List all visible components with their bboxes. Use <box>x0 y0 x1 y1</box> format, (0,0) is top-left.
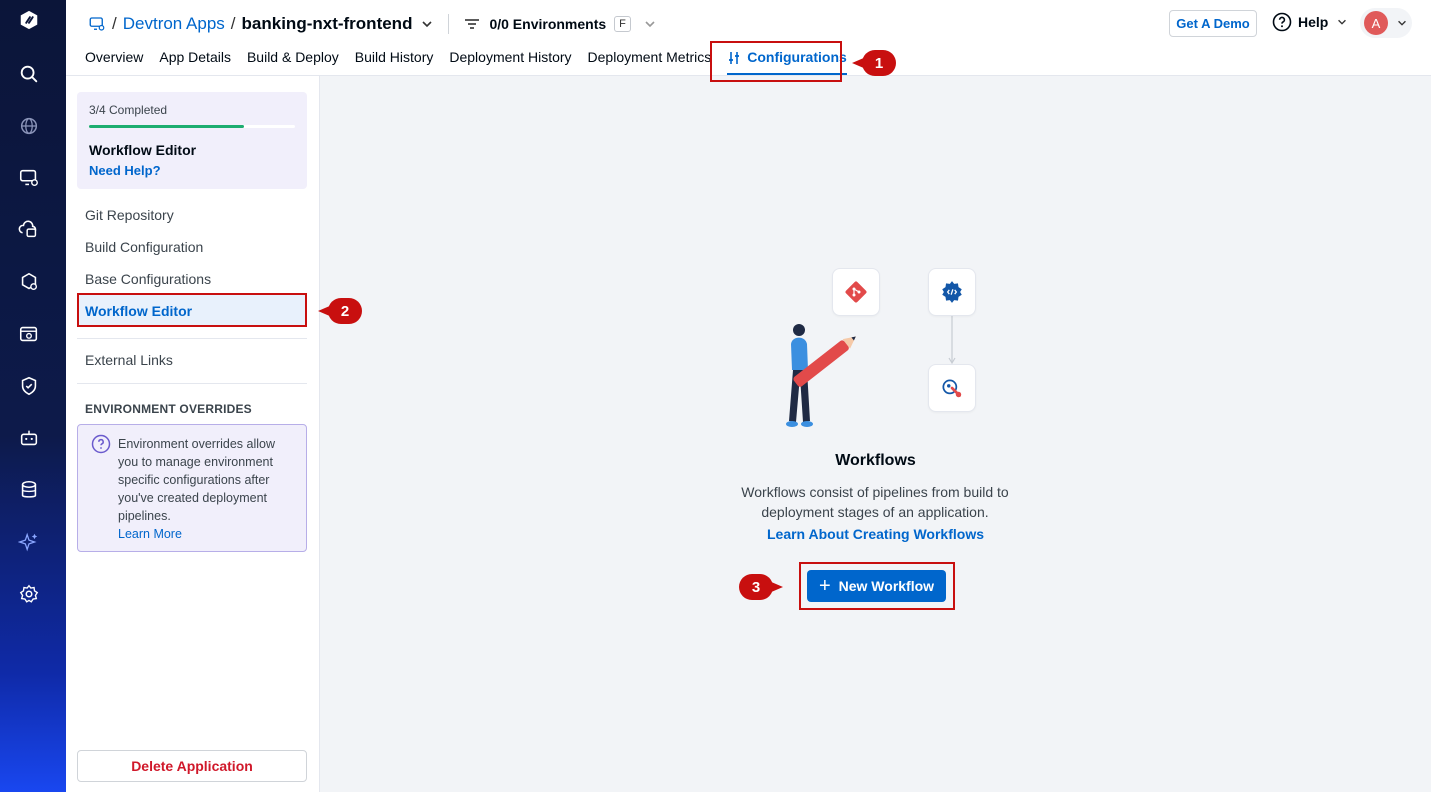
database-icon[interactable] <box>17 478 41 502</box>
charts-icon[interactable] <box>17 270 41 294</box>
annotation-badge-1: 1 <box>852 50 896 76</box>
help-menu[interactable]: Help <box>1272 12 1354 32</box>
security-icon[interactable] <box>17 374 41 398</box>
tab-overview[interactable]: Overview <box>85 49 143 73</box>
globe-icon[interactable] <box>17 114 41 138</box>
breadcrumb: / Devtron Apps / banking-nxt-frontend 0/… <box>88 12 657 36</box>
environment-filter-label: 0/0 Environments <box>489 16 607 32</box>
question-circle-icon <box>91 434 111 454</box>
annotation-badge-2: 2 <box>318 298 362 324</box>
annotation-pointer <box>769 581 783 593</box>
apps-icon[interactable] <box>17 166 41 190</box>
jobs-icon[interactable] <box>17 218 41 242</box>
divider <box>77 338 307 339</box>
tab-build-deploy[interactable]: Build & Deploy <box>247 49 339 73</box>
get-demo-button[interactable]: Get A Demo <box>1169 10 1257 37</box>
deploy-node <box>928 364 976 412</box>
search-icon[interactable] <box>17 62 41 86</box>
annotation-highlight-configurations <box>710 41 842 82</box>
chevron-down-icon[interactable] <box>420 17 434 31</box>
sidebar-item-git-repository[interactable]: Git Repository <box>85 207 174 223</box>
annotation-number: 3 <box>739 574 773 600</box>
apps-icon <box>89 17 105 31</box>
divider <box>77 383 307 384</box>
environment-overrides-text: Environment overrides allow you to manag… <box>118 437 276 523</box>
annotation-badge-3: 3 <box>739 574 783 600</box>
devtron-logo-icon[interactable] <box>17 8 41 32</box>
environment-filter[interactable]: 0/0 Environments F <box>463 16 656 32</box>
main-content: Workflows Workflows consist of pipelines… <box>320 76 1431 792</box>
avatar: A <box>1364 11 1388 35</box>
breadcrumb-devtron-apps[interactable]: Devtron Apps <box>123 14 225 34</box>
rocket-icon <box>942 379 962 398</box>
annotation-highlight-new-workflow <box>799 562 955 610</box>
app-name[interactable]: banking-nxt-frontend <box>242 14 413 34</box>
chevron-down-icon <box>1338 19 1347 25</box>
progress-bar-fill <box>89 125 244 128</box>
breadcrumb-separator: / <box>230 14 236 33</box>
tab-build-history[interactable]: Build History <box>355 49 434 73</box>
progress-label: 3/4 Completed <box>89 103 168 117</box>
environment-overrides-info: Environment overrides allow you to manag… <box>77 424 307 552</box>
divider <box>448 14 450 34</box>
learn-more-link[interactable]: Learn More <box>118 525 294 543</box>
sidebar-item-build-configuration[interactable]: Build Configuration <box>85 239 203 255</box>
sidebar-item-external-links[interactable]: External Links <box>85 352 173 368</box>
sidebar-item-base-configurations[interactable]: Base Configurations <box>85 271 211 287</box>
bot-icon[interactable] <box>17 426 41 450</box>
annotation-number: 1 <box>862 50 896 76</box>
progress-bar <box>89 125 295 128</box>
profile-menu[interactable]: A <box>1360 8 1412 38</box>
progress-card: 3/4 Completed Workflow Editor Need Help? <box>77 92 307 189</box>
git-icon <box>845 281 867 303</box>
empty-state-title: Workflows <box>835 452 916 469</box>
tab-deployment-metrics[interactable]: Deployment Metrics <box>588 49 712 73</box>
tab-deployment-history[interactable]: Deployment History <box>449 49 571 73</box>
learn-creating-workflows-link[interactable]: Learn About Creating Workflows <box>320 526 1431 542</box>
chevron-down-icon[interactable] <box>643 17 657 31</box>
help-label: Help <box>1298 14 1329 30</box>
chevron-down-icon <box>1398 20 1406 26</box>
git-source-node <box>832 268 880 316</box>
config-sidebar: 3/4 Completed Workflow Editor Need Help?… <box>66 76 320 792</box>
settings-icon[interactable] <box>17 582 41 606</box>
build-node <box>928 268 976 316</box>
help-icon <box>1272 12 1292 32</box>
annotation-number: 2 <box>328 298 362 324</box>
sparkle-icon[interactable] <box>17 530 41 554</box>
tab-app-details[interactable]: App Details <box>159 49 231 73</box>
current-step-title: Workflow Editor <box>89 142 197 158</box>
filter-icon <box>465 19 480 29</box>
annotation-highlight-workflow-editor <box>77 293 307 327</box>
environment-overrides-heading: ENVIRONMENT OVERRIDES <box>85 402 252 416</box>
need-help-link[interactable]: Need Help? <box>89 163 161 178</box>
left-nav-rail <box>0 0 66 792</box>
keyboard-shortcut: F <box>614 16 631 32</box>
build-gear-icon <box>942 281 962 303</box>
breadcrumb-separator: / <box>112 14 117 33</box>
empty-state-description: Workflows consist of pipelines from buil… <box>741 484 1009 520</box>
clusters-icon[interactable] <box>17 322 41 346</box>
delete-application-button[interactable]: Delete Application <box>77 750 307 782</box>
